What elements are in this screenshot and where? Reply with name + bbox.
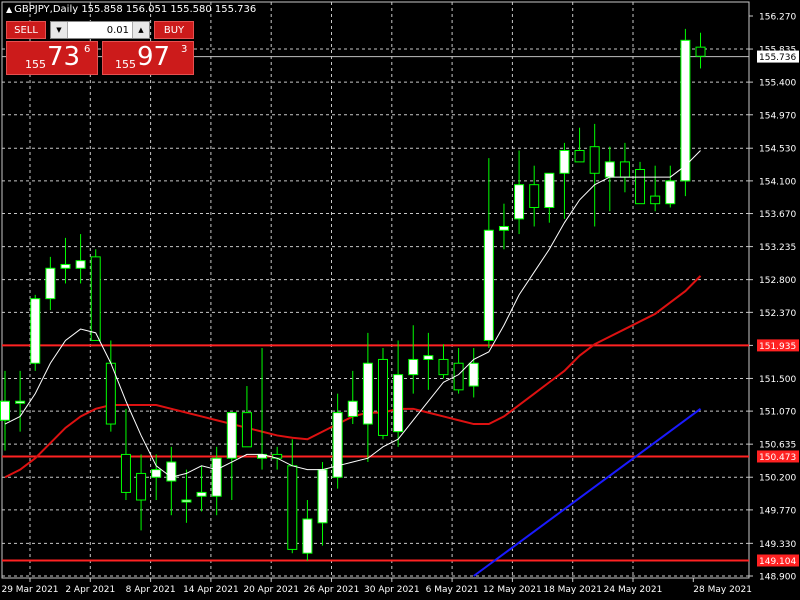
sell-button[interactable]: SELL <box>6 21 46 39</box>
y-tick-label: 149.330 <box>759 540 796 550</box>
x-tick-label: 2 Apr 2021 <box>65 585 115 595</box>
candle-body <box>241 412 252 448</box>
candle-body <box>30 298 41 364</box>
candle-body <box>604 161 615 178</box>
x-tick-label: 29 Mar 2021 <box>1 585 58 595</box>
buy-button[interactable]: BUY <box>154 21 194 39</box>
candle-body <box>695 46 706 57</box>
candle-body <box>680 39 691 182</box>
candle-body <box>75 260 86 269</box>
x-tick-label: 26 Apr 2021 <box>304 585 360 595</box>
y-tick-label: 155.400 <box>759 79 796 89</box>
candle-body <box>544 172 555 208</box>
horizontal-level-label: 150.473 <box>759 453 796 463</box>
candle-body <box>196 491 207 497</box>
buy-quote-button[interactable]: 155 97 3 <box>102 41 194 75</box>
candle-body <box>589 146 600 174</box>
sell-quote-fraction: 6 <box>84 44 91 55</box>
y-tick-label: 150.635 <box>759 441 796 451</box>
triangle-up-icon: ▲ <box>6 5 13 14</box>
candle-body <box>211 457 222 497</box>
candle-body <box>317 469 328 524</box>
candle-body <box>362 362 373 425</box>
y-tick-label: 151.070 <box>759 408 796 418</box>
candle-body <box>498 225 509 231</box>
candle-body <box>378 358 388 436</box>
candle-body <box>0 400 10 421</box>
sell-quote-prefix: 155 <box>25 58 46 71</box>
y-tick-label: 152.800 <box>759 276 796 286</box>
chart-header: ▲ GBPJPY,Daily 155.858 156.051 155.580 15… <box>6 4 256 15</box>
candle-body <box>151 469 162 478</box>
candle-body <box>45 267 56 300</box>
candle-body <box>181 499 192 503</box>
moving-average-fast <box>4 150 701 478</box>
candle-body <box>468 362 479 387</box>
lot-size-stepper[interactable]: ▼ ▲ <box>50 21 150 39</box>
y-tick-label: 154.530 <box>759 145 796 155</box>
candle-body <box>302 518 313 554</box>
x-tick-label: 24 May 2021 <box>604 585 663 595</box>
sell-quote-pips: 73 <box>47 42 81 72</box>
plot-frame <box>1 1 750 579</box>
candle-body <box>619 161 630 178</box>
lot-decrease-icon[interactable]: ▼ <box>51 22 68 38</box>
y-tick-label: 152.370 <box>759 309 796 319</box>
y-tick-label: 156.270 <box>759 13 796 23</box>
candle-body <box>635 168 646 205</box>
y-tick-label: 149.770 <box>759 506 796 516</box>
buy-quote-prefix: 155 <box>115 58 136 71</box>
chart-area[interactable]: 156.270 155.835 155.400 154.970 154.530 154.1… <box>0 0 800 600</box>
candle-body <box>136 472 147 501</box>
lot-increase-icon[interactable]: ▲ <box>132 22 149 38</box>
lot-size-input[interactable] <box>69 22 129 38</box>
candle-body <box>166 461 177 482</box>
y-tick-label: 154.970 <box>759 111 796 121</box>
candle-body <box>514 184 525 220</box>
y-tick-label: 153.670 <box>759 210 796 220</box>
candle-body <box>529 184 540 208</box>
x-tick-label: 6 May 2021 <box>426 585 479 595</box>
x-tick-label: 18 May 2021 <box>543 585 602 595</box>
horizontal-level-label: 149.104 <box>759 557 796 567</box>
moving-average-slow <box>473 408 702 577</box>
candle-body <box>332 412 343 478</box>
candle-body <box>90 256 101 341</box>
candle-body <box>60 263 71 269</box>
y-tick-label: 153.235 <box>759 243 796 253</box>
candle-body <box>574 149 585 163</box>
candle-body <box>438 358 449 376</box>
buy-quote-pips: 97 <box>137 42 171 72</box>
y-tick-label: 154.100 <box>759 177 796 187</box>
candle-body <box>347 400 358 417</box>
candle-body <box>120 453 131 493</box>
y-tick-label: 150.200 <box>759 474 796 484</box>
sell-quote-button[interactable]: 155 73 6 <box>6 41 98 75</box>
candle-body <box>287 465 298 550</box>
x-tick-label: 12 May 2021 <box>483 585 542 595</box>
x-tick-label: 8 Apr 2021 <box>126 585 176 595</box>
header-text: GBPJPY,Daily 155.858 156.051 155.580 155… <box>14 4 257 15</box>
candle-body <box>408 358 419 376</box>
candle-body <box>483 229 494 341</box>
candle-body <box>15 400 26 404</box>
one-click-trading-panel: SELL ▼ ▲ BUY 155 73 6 155 97 3 <box>6 21 194 75</box>
candle-body <box>559 149 570 174</box>
candle-body <box>226 412 237 459</box>
y-tick-label: 148.900 <box>759 573 796 583</box>
candle-body <box>665 180 676 205</box>
x-tick-label: 14 Apr 2021 <box>183 585 239 595</box>
buy-quote-fraction: 3 <box>181 44 188 55</box>
y-tick-label: 151.500 <box>759 375 796 385</box>
candle-body <box>393 374 404 433</box>
candle-body <box>650 195 661 205</box>
candlestick-chart: 156.270155.835155.400154.970154.530154.1… <box>0 1 799 595</box>
x-tick-label: 28 May 2021 <box>693 585 752 595</box>
horizontal-level-label: 151.935 <box>759 342 796 352</box>
current-price-label: 155.736 <box>759 53 796 63</box>
candle-body <box>423 355 434 360</box>
x-tick-label: 30 Apr 2021 <box>364 585 420 595</box>
x-tick-label: 20 Apr 2021 <box>243 585 299 595</box>
